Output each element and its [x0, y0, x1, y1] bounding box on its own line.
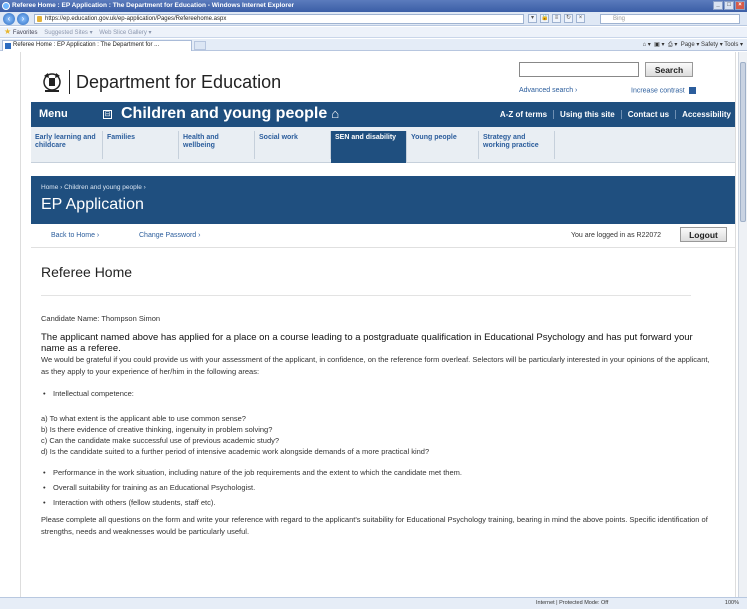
back-to-home-link[interactable]: Back to Home ›	[51, 232, 99, 239]
department-logo[interactable]: Department for Education	[39, 70, 281, 94]
list-item: Interaction with others (fellow students…	[41, 495, 711, 510]
compatibility-icon[interactable]: ≡	[552, 14, 561, 23]
security-lock-icon[interactable]: 🔒	[540, 14, 549, 23]
scrollbar-thumb[interactable]	[740, 62, 746, 222]
address-bar: ‹ › https://ep.education.gov.uk/ep-appli…	[0, 12, 747, 26]
window-title: Referee Home : EP Application : The Depa…	[12, 2, 295, 9]
royal-crest-icon	[43, 73, 61, 92]
candidate-name: Candidate Name: Thompson Simon	[41, 314, 161, 323]
criteria-list: Performance in the work situation, inclu…	[41, 465, 711, 510]
change-password-link[interactable]: Change Password ›	[139, 232, 200, 239]
tab-young-people[interactable]: Young people	[407, 131, 479, 159]
new-tab-button[interactable]	[194, 41, 206, 50]
back-arrow-icon[interactable]: ‹	[3, 13, 15, 25]
home-icon: ⌂	[331, 106, 340, 121]
web-page: Department for Education Search Advanced…	[20, 52, 736, 597]
lock-icon	[37, 16, 42, 22]
logout-button[interactable]: Logout	[680, 227, 727, 242]
list-item: Intellectual competence:	[41, 386, 711, 401]
browser-search-input[interactable]: Bing	[600, 14, 740, 24]
tab-families[interactable]: Families	[103, 131, 179, 159]
main-navigation: Menu ⊟ Children and young people ⌂ A-Z of…	[31, 102, 735, 127]
tab-health-wellbeing[interactable]: Health and wellbeing	[179, 131, 255, 159]
command-bar[interactable]: ⌂ ▾ ▣ ▾ ⎙ ▾ Page ▾ Safety ▾ Tools ▾	[643, 41, 743, 49]
account-bar: Back to Home › Change Password › You are…	[31, 224, 735, 248]
favorites-star-icon[interactable]: ★	[4, 27, 11, 36]
vertical-scrollbar[interactable]	[738, 52, 747, 597]
contrast-icon	[688, 87, 696, 94]
tab-social-work[interactable]: Social work	[255, 131, 331, 159]
stop-icon[interactable]: ×	[576, 14, 585, 23]
list-item: Overall suitability for training as an E…	[41, 480, 711, 495]
favorites-label[interactable]: Favorites	[13, 30, 38, 36]
refresh-icon[interactable]: ↻	[564, 14, 573, 23]
dropdown-icon[interactable]: ▾	[528, 14, 537, 23]
intro-statement: The applicant named above has applied fo…	[41, 332, 693, 354]
security-zone[interactable]: Internet | Protected Mode: Off	[536, 600, 608, 606]
az-terms-link[interactable]: A-Z of terms	[494, 110, 553, 119]
contact-us-link[interactable]: Contact us	[620, 110, 675, 119]
tab-sen-disability[interactable]: SEN and disability	[331, 131, 407, 163]
increase-contrast-link[interactable]: Increase contrast	[631, 87, 696, 94]
window-controls: _ □ ×	[713, 1, 745, 10]
section-title[interactable]: Children and young people ⌂	[121, 105, 339, 123]
site-search-input[interactable]	[519, 62, 639, 77]
advanced-search-link[interactable]: Advanced search ›	[519, 87, 577, 94]
list-item: Performance in the work situation, inclu…	[41, 465, 711, 480]
forward-arrow-icon[interactable]: ›	[17, 13, 29, 25]
search-button[interactable]: Search	[645, 62, 693, 77]
criteria-list: Intellectual competence:	[41, 386, 711, 401]
home-icon[interactable]: ⌂ ▾	[643, 42, 651, 48]
page-favicon-icon	[5, 43, 11, 49]
browser-tab[interactable]: Referee Home : EP Application : The Depa…	[2, 40, 192, 51]
logged-in-status: You are logged in as R22072	[571, 232, 662, 239]
section-title-text: Children and young people	[121, 105, 328, 122]
logo-divider	[69, 70, 70, 94]
breadcrumb[interactable]: Home › Children and young people ›	[41, 184, 146, 191]
url-text: https://ep.education.gov.uk/ep-applicati…	[45, 16, 227, 22]
question-list: a) To what extent is the applicant able …	[41, 413, 711, 457]
minimize-button[interactable]: _	[713, 1, 723, 10]
page-title: Referee Home	[41, 252, 691, 296]
banner-title: EP Application	[41, 196, 144, 213]
zoom-level[interactable]: 100%	[725, 600, 739, 606]
utility-links: A-Z of terms Using this site Contact us …	[494, 102, 735, 127]
suggested-sites-link[interactable]: Suggested Sites ▾	[44, 30, 92, 36]
topic-tabs: Early learning and childcare Families He…	[31, 127, 735, 163]
department-name: Department for Education	[76, 71, 282, 92]
browser-search-placeholder: Bing	[613, 16, 626, 22]
menu-button[interactable]: Menu	[39, 108, 68, 120]
window-titlebar: Referee Home : EP Application : The Depa…	[0, 0, 747, 12]
maximize-button[interactable]: □	[724, 1, 734, 10]
print-icon[interactable]: ⎙ ▾	[668, 42, 677, 48]
closing-paragraph: Please complete all questions on the for…	[41, 515, 708, 536]
question-item: a) To what extent is the applicant able …	[41, 414, 246, 423]
accessibility-link[interactable]: Accessibility	[675, 110, 735, 119]
using-this-site-link[interactable]: Using this site	[553, 110, 621, 119]
question-item: b) Is there evidence of creative thinkin…	[41, 425, 273, 434]
command-menus[interactable]: Page ▾ Safety ▾ Tools ▾	[681, 42, 743, 48]
status-bar: Internet | Protected Mode: Off 100%	[0, 597, 747, 609]
feeds-icon[interactable]: ▣ ▾	[654, 42, 664, 48]
address-actions: ▾ 🔒 ≡ ↻ ×	[528, 14, 585, 23]
tab-strategy[interactable]: Strategy and working practice	[479, 131, 555, 159]
web-slice-gallery-link[interactable]: Web Slice Gallery ▾	[99, 30, 151, 36]
ie-logo-icon	[2, 2, 10, 10]
question-item: d) Is the candidate suited to a further …	[41, 447, 430, 456]
page-banner: Home › Children and young people › EP Ap…	[31, 176, 735, 224]
increase-contrast-label: Increase contrast	[631, 87, 685, 95]
url-field[interactable]: https://ep.education.gov.uk/ep-applicati…	[34, 14, 524, 24]
instructions-paragraph: We would be grateful if you could provid…	[41, 355, 710, 376]
question-item: c) Can the candidate make successful use…	[41, 436, 280, 445]
favorites-bar: ★ Favorites Suggested Sites ▾ Web Slice …	[0, 27, 747, 38]
main-content: Referee Home Candidate Name: Thompson Si…	[41, 252, 711, 538]
tab-early-learning[interactable]: Early learning and childcare	[31, 131, 103, 159]
tab-bar: Referee Home : EP Application : The Depa…	[0, 39, 747, 51]
close-button[interactable]: ×	[735, 1, 745, 10]
tab-title: Referee Home : EP Application : The Depa…	[13, 42, 160, 48]
menu-toggle-icon[interactable]: ⊟	[103, 110, 112, 119]
